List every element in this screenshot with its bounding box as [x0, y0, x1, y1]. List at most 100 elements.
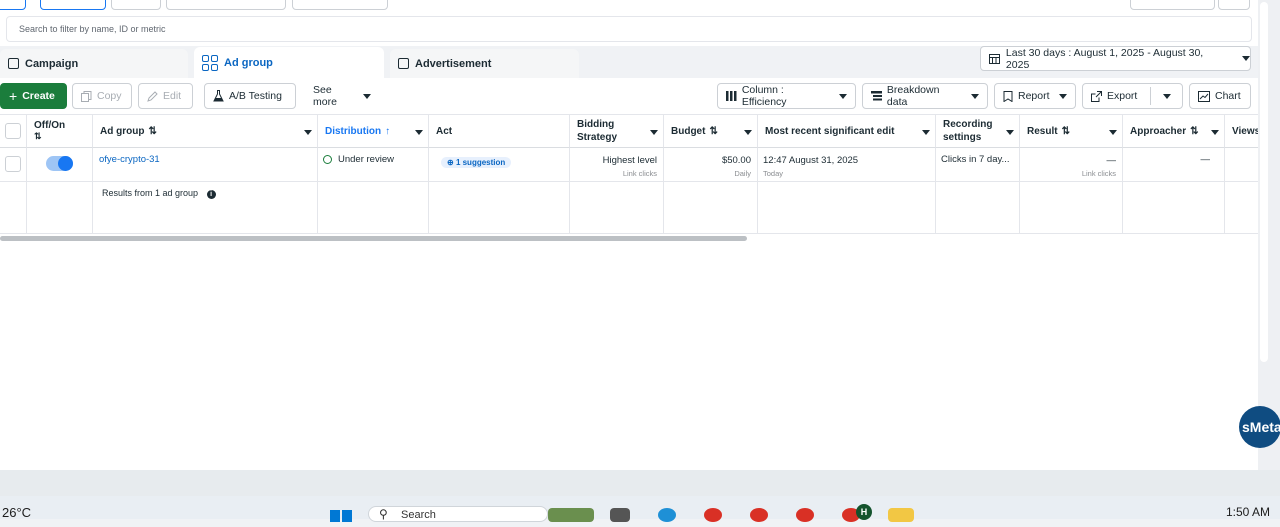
chevron-down-icon[interactable]: [304, 130, 312, 135]
taskbar-app-icon[interactable]: [796, 508, 814, 522]
ab-testing-button[interactable]: A/B Testing: [204, 83, 296, 109]
search-toggle-button[interactable]: [0, 0, 26, 10]
export-icon: [1091, 90, 1102, 102]
see-more-label: See more: [313, 84, 337, 108]
create-label: Create: [22, 90, 55, 102]
bidding-value: Highest level: [602, 155, 657, 166]
column-header-views[interactable]: Views: [1225, 114, 1258, 148]
column-header-off-on[interactable]: Off/On ⇅: [27, 114, 93, 148]
badge-text: sMeta: [1242, 419, 1280, 435]
toolbar-button[interactable]: [292, 0, 388, 10]
advertisement-icon: [398, 58, 409, 69]
action-toolbar: + Create Copy Edit A/B Testing See more …: [0, 78, 1258, 114]
column-header-approacher[interactable]: Approacher ⇅: [1123, 114, 1225, 148]
windows-start-icon[interactable]: [330, 509, 352, 522]
columns-button[interactable]: Column : Efficiency: [717, 83, 856, 109]
chevron-down-icon[interactable]: [415, 130, 423, 135]
folder-icon[interactable]: [888, 508, 914, 522]
profile-h-icon[interactable]: H: [856, 504, 872, 520]
select-all-checkbox[interactable]: [5, 123, 21, 139]
horizontal-scrollbar[interactable]: [0, 236, 747, 241]
chevron-down-icon: [1242, 56, 1250, 61]
column-header-recording-settings[interactable]: Recording settings: [936, 114, 1020, 148]
chevron-down-icon[interactable]: [922, 130, 930, 135]
tab-campaign[interactable]: Campaign: [0, 49, 188, 78]
column-header-ad-group[interactable]: Ad group ⇅: [93, 114, 318, 148]
tab-ad-group[interactable]: Ad group: [194, 47, 384, 78]
toolbar-button[interactable]: [1130, 0, 1215, 10]
filter-button[interactable]: [40, 0, 106, 10]
ad-group-toggle[interactable]: [46, 156, 73, 171]
taskbar-app-icon[interactable]: [610, 508, 630, 522]
date-range-picker[interactable]: Last 30 days : August 1, 2025 - August 3…: [980, 46, 1251, 71]
pencil-icon: [147, 90, 158, 102]
chevron-down-icon[interactable]: [650, 130, 658, 135]
column-header-budget[interactable]: Budget ⇅: [664, 114, 758, 148]
smeta-extension-badge[interactable]: sMeta: [1239, 406, 1280, 448]
recording-cell: Clicks in 7 day...: [936, 148, 1020, 181]
summary-cell: [758, 182, 936, 234]
column-label: Views: [1232, 125, 1258, 137]
tab-advertisement[interactable]: Advertisement: [390, 49, 579, 78]
summary-cell: [0, 182, 27, 234]
create-button[interactable]: + Create: [0, 83, 67, 109]
select-all-header: [0, 114, 27, 148]
toolbar-button[interactable]: [166, 0, 286, 10]
columns-label: Column : Efficiency: [741, 84, 787, 108]
info-icon[interactable]: i: [206, 190, 216, 199]
toolbar-button[interactable]: [1218, 0, 1250, 10]
ad-group-grid-icon: [202, 54, 218, 71]
recording-value: Clicks in 7 day...: [941, 154, 1010, 165]
ad-group-table: Off/On ⇅ Ad group ⇅ Distribution ↑ Act B…: [0, 114, 1258, 234]
column-header-recent-edit[interactable]: Most recent significant edit: [758, 114, 936, 148]
chevron-down-icon[interactable]: [1006, 130, 1014, 135]
export-button[interactable]: Export: [1082, 83, 1183, 109]
breakdown-label: Breakdown data: [886, 84, 940, 108]
column-header-act[interactable]: Act: [429, 114, 570, 148]
column-header-bidding-strategy[interactable]: Bidding Strategy: [570, 114, 664, 148]
taskbar-app-icon[interactable]: [658, 508, 676, 522]
taskbar-app-icon[interactable]: [750, 508, 768, 522]
budget-value: $50.00: [721, 155, 751, 166]
taskbar-app-icon[interactable]: [548, 508, 594, 522]
chevron-down-icon[interactable]: [744, 130, 752, 135]
column-label: Bidding: [577, 119, 615, 130]
weather-text[interactable]: 26°C: [2, 505, 31, 520]
breakdown-button[interactable]: Breakdown data: [862, 83, 988, 109]
see-more-button[interactable]: See more: [304, 83, 380, 109]
chevron-down-icon[interactable]: [1109, 130, 1117, 135]
copy-label: Copy: [97, 90, 122, 102]
row-checkbox[interactable]: [5, 156, 21, 172]
sort-icon: ⇅: [709, 125, 718, 137]
column-label: Result: [1027, 125, 1058, 137]
budget-cell: $50.00 Daily: [664, 148, 758, 181]
summary-cell: [570, 182, 664, 234]
toolbar-button[interactable]: [111, 0, 161, 10]
chevron-down-icon: [363, 93, 371, 99]
filter-search-input[interactable]: Search to filter by name, ID or metric: [6, 16, 1252, 42]
chart-icon: [1198, 90, 1210, 102]
vertical-scrollbar[interactable]: [1260, 2, 1268, 362]
report-button[interactable]: Report: [994, 83, 1076, 109]
ad-group-name-link[interactable]: ofye-crypto-31: [99, 154, 160, 165]
suggestion-badge[interactable]: ⊕ 1 suggestion: [441, 157, 512, 168]
column-label: Approacher: [1130, 125, 1187, 137]
column-header-result[interactable]: Result ⇅: [1020, 114, 1123, 148]
chart-button[interactable]: Chart: [1189, 83, 1251, 109]
copy-button[interactable]: Copy: [72, 83, 132, 109]
column-label: Distribution: [325, 125, 382, 137]
ab-testing-label: A/B Testing: [229, 90, 282, 102]
chevron-down-icon[interactable]: [1211, 130, 1219, 135]
taskbar-search[interactable]: ⚲ Search: [368, 506, 548, 522]
distribution-status: Under review: [338, 154, 394, 165]
column-label: Budget: [671, 125, 706, 137]
taskbar-app-icon[interactable]: [704, 508, 722, 522]
chevron-down-icon[interactable]: [1163, 94, 1171, 99]
column-label: Strategy: [577, 132, 618, 143]
chevron-down-icon: [839, 93, 847, 99]
result-value: —: [1106, 155, 1117, 166]
sort-icon: ⇅: [148, 125, 157, 137]
date-range-label: Last 30 days : August 1, 2025 - August 3…: [1005, 46, 1204, 71]
column-header-distribution[interactable]: Distribution ↑: [318, 114, 429, 148]
edit-button[interactable]: Edit: [138, 83, 193, 109]
